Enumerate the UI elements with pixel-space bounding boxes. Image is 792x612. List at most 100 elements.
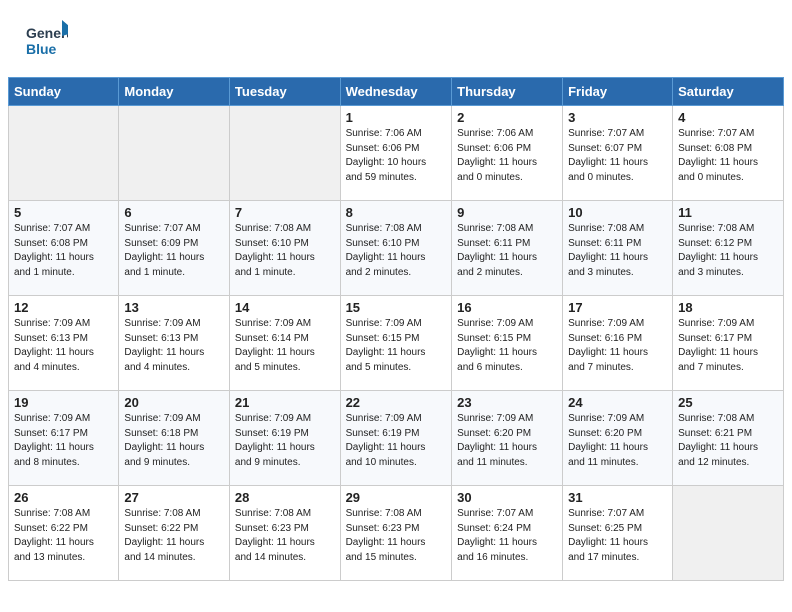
day-info: Sunrise: 7:07 AM Sunset: 6:25 PM Dayligh… (568, 507, 667, 565)
day-cell: 29 Sunrise: 7:08 AM Sunset: 6:23 PM Dayli… (340, 486, 452, 581)
day-info: Sunrise: 7:09 AM Sunset: 6:18 PM Dayligh… (124, 412, 224, 470)
day-cell (229, 106, 340, 201)
week-row-2: 5Sunrise: 7:07 AM Sunset: 6:08 PM Daylig… (9, 201, 784, 296)
day-info: Sunrise: 7:08 AM Sunset: 6:23 PM Dayligh… (235, 507, 335, 565)
day-info: Sunrise: 7:07 AM Sunset: 6:08 PM Dayligh… (678, 127, 778, 185)
day-info: Sunrise: 7:09 AM Sunset: 6:13 PM Dayligh… (124, 317, 224, 375)
calendar-wrapper: SundayMondayTuesdayWednesdayThursdayFrid… (0, 77, 792, 589)
day-info: Sunrise: 7:08 AM Sunset: 6:10 PM Dayligh… (235, 222, 335, 280)
day-info: Sunrise: 7:08 AM Sunset: 6:21 PM Dayligh… (678, 412, 778, 470)
day-cell: 3 Sunrise: 7:07 AM Sunset: 6:07 PM Daylig… (563, 106, 673, 201)
day-cell: 7 Sunrise: 7:08 AM Sunset: 6:10 PM Daylig… (229, 201, 340, 296)
day-cell: 24 Sunrise: 7:09 AM Sunset: 6:20 PM Dayli… (563, 391, 673, 486)
day-number: 14 (235, 300, 335, 315)
day-cell: 10 Sunrise: 7:08 AM Sunset: 6:11 PM Dayli… (563, 201, 673, 296)
day-number: 16 (457, 300, 557, 315)
weekday-header-row: SundayMondayTuesdayWednesdayThursdayFrid… (9, 78, 784, 106)
svg-text:Blue: Blue (26, 41, 57, 57)
day-info: Sunrise: 7:08 AM Sunset: 6:23 PM Dayligh… (346, 507, 447, 565)
day-info: Sunrise: 7:09 AM Sunset: 6:17 PM Dayligh… (14, 412, 113, 470)
day-number: 1 (346, 110, 447, 125)
logo-icon: General Blue (24, 18, 68, 62)
day-number: 31 (568, 490, 667, 505)
day-cell: 19 Sunrise: 7:09 AM Sunset: 6:17 PM Dayli… (9, 391, 119, 486)
day-cell: 18Sunrise: 7:09 AM Sunset: 6:17 PM Dayli… (673, 296, 784, 391)
calendar-table: SundayMondayTuesdayWednesdayThursdayFrid… (8, 77, 784, 581)
day-info: Sunrise: 7:08 AM Sunset: 6:11 PM Dayligh… (457, 222, 557, 280)
day-cell: 6 Sunrise: 7:07 AM Sunset: 6:09 PM Daylig… (119, 201, 230, 296)
day-number: 13 (124, 300, 224, 315)
week-row-5: 26 Sunrise: 7:08 AM Sunset: 6:22 PM Dayli… (9, 486, 784, 581)
day-cell: 16 Sunrise: 7:09 AM Sunset: 6:15 PM Dayli… (452, 296, 563, 391)
day-number: 7 (235, 205, 335, 220)
day-cell (119, 106, 230, 201)
svg-text:General: General (26, 25, 68, 41)
day-number: 21 (235, 395, 335, 410)
day-cell: 26 Sunrise: 7:08 AM Sunset: 6:22 PM Dayli… (9, 486, 119, 581)
day-cell: 4 Sunrise: 7:07 AM Sunset: 6:08 PM Daylig… (673, 106, 784, 201)
day-cell: 30 Sunrise: 7:07 AM Sunset: 6:24 PM Dayli… (452, 486, 563, 581)
day-info: Sunrise: 7:09 AM Sunset: 6:14 PM Dayligh… (235, 317, 335, 375)
day-cell: 8Sunrise: 7:08 AM Sunset: 6:10 PM Daylig… (340, 201, 452, 296)
day-cell: 5Sunrise: 7:07 AM Sunset: 6:08 PM Daylig… (9, 201, 119, 296)
day-number: 20 (124, 395, 224, 410)
day-info: Sunrise: 7:07 AM Sunset: 6:09 PM Dayligh… (124, 222, 224, 280)
day-number: 23 (457, 395, 557, 410)
day-info: Sunrise: 7:08 AM Sunset: 6:22 PM Dayligh… (14, 507, 113, 565)
day-info: Sunrise: 7:09 AM Sunset: 6:15 PM Dayligh… (346, 317, 447, 375)
day-info: Sunrise: 7:08 AM Sunset: 6:11 PM Dayligh… (568, 222, 667, 280)
day-cell: 14 Sunrise: 7:09 AM Sunset: 6:14 PM Dayli… (229, 296, 340, 391)
day-info: Sunrise: 7:09 AM Sunset: 6:20 PM Dayligh… (457, 412, 557, 470)
day-cell: 21Sunrise: 7:09 AM Sunset: 6:19 PM Dayli… (229, 391, 340, 486)
day-info: Sunrise: 7:09 AM Sunset: 6:17 PM Dayligh… (678, 317, 778, 375)
weekday-monday: Monday (119, 78, 230, 106)
day-info: Sunrise: 7:09 AM Sunset: 6:16 PM Dayligh… (568, 317, 667, 375)
day-number: 27 (124, 490, 224, 505)
day-number: 4 (678, 110, 778, 125)
header: General Blue (0, 0, 792, 77)
day-cell: 9 Sunrise: 7:08 AM Sunset: 6:11 PM Daylig… (452, 201, 563, 296)
weekday-thursday: Thursday (452, 78, 563, 106)
day-info: Sunrise: 7:06 AM Sunset: 6:06 PM Dayligh… (457, 127, 557, 185)
day-cell: 25Sunrise: 7:08 AM Sunset: 6:21 PM Dayli… (673, 391, 784, 486)
day-cell: 27Sunrise: 7:08 AM Sunset: 6:22 PM Dayli… (119, 486, 230, 581)
day-number: 30 (457, 490, 557, 505)
day-cell (673, 486, 784, 581)
day-number: 3 (568, 110, 667, 125)
day-number: 29 (346, 490, 447, 505)
weekday-sunday: Sunday (9, 78, 119, 106)
day-info: Sunrise: 7:07 AM Sunset: 6:07 PM Dayligh… (568, 127, 667, 185)
day-info: Sunrise: 7:09 AM Sunset: 6:15 PM Dayligh… (457, 317, 557, 375)
day-cell: 20 Sunrise: 7:09 AM Sunset: 6:18 PM Dayli… (119, 391, 230, 486)
day-info: Sunrise: 7:09 AM Sunset: 6:19 PM Dayligh… (346, 412, 447, 470)
week-row-4: 19 Sunrise: 7:09 AM Sunset: 6:17 PM Dayli… (9, 391, 784, 486)
day-number: 6 (124, 205, 224, 220)
day-number: 11 (678, 205, 778, 220)
day-info: Sunrise: 7:07 AM Sunset: 6:08 PM Dayligh… (14, 222, 113, 280)
day-number: 9 (457, 205, 557, 220)
day-cell (9, 106, 119, 201)
day-info: Sunrise: 7:07 AM Sunset: 6:24 PM Dayligh… (457, 507, 557, 565)
week-row-1: 1 Sunrise: 7:06 AM Sunset: 6:06 PM Daylig… (9, 106, 784, 201)
week-row-3: 12 Sunrise: 7:09 AM Sunset: 6:13 PM Dayli… (9, 296, 784, 391)
day-number: 24 (568, 395, 667, 410)
day-info: Sunrise: 7:09 AM Sunset: 6:20 PM Dayligh… (568, 412, 667, 470)
weekday-friday: Friday (563, 78, 673, 106)
day-number: 26 (14, 490, 113, 505)
day-info: Sunrise: 7:06 AM Sunset: 6:06 PM Dayligh… (346, 127, 447, 185)
day-info: Sunrise: 7:08 AM Sunset: 6:10 PM Dayligh… (346, 222, 447, 280)
day-info: Sunrise: 7:08 AM Sunset: 6:12 PM Dayligh… (678, 222, 778, 280)
day-number: 28 (235, 490, 335, 505)
weekday-wednesday: Wednesday (340, 78, 452, 106)
day-info: Sunrise: 7:09 AM Sunset: 6:13 PM Dayligh… (14, 317, 113, 375)
logo: General Blue (24, 18, 68, 67)
weekday-tuesday: Tuesday (229, 78, 340, 106)
day-number: 15 (346, 300, 447, 315)
day-number: 19 (14, 395, 113, 410)
day-cell: 11 Sunrise: 7:08 AM Sunset: 6:12 PM Dayli… (673, 201, 784, 296)
day-number: 12 (14, 300, 113, 315)
day-number: 22 (346, 395, 447, 410)
day-number: 2 (457, 110, 557, 125)
day-number: 10 (568, 205, 667, 220)
day-number: 17 (568, 300, 667, 315)
